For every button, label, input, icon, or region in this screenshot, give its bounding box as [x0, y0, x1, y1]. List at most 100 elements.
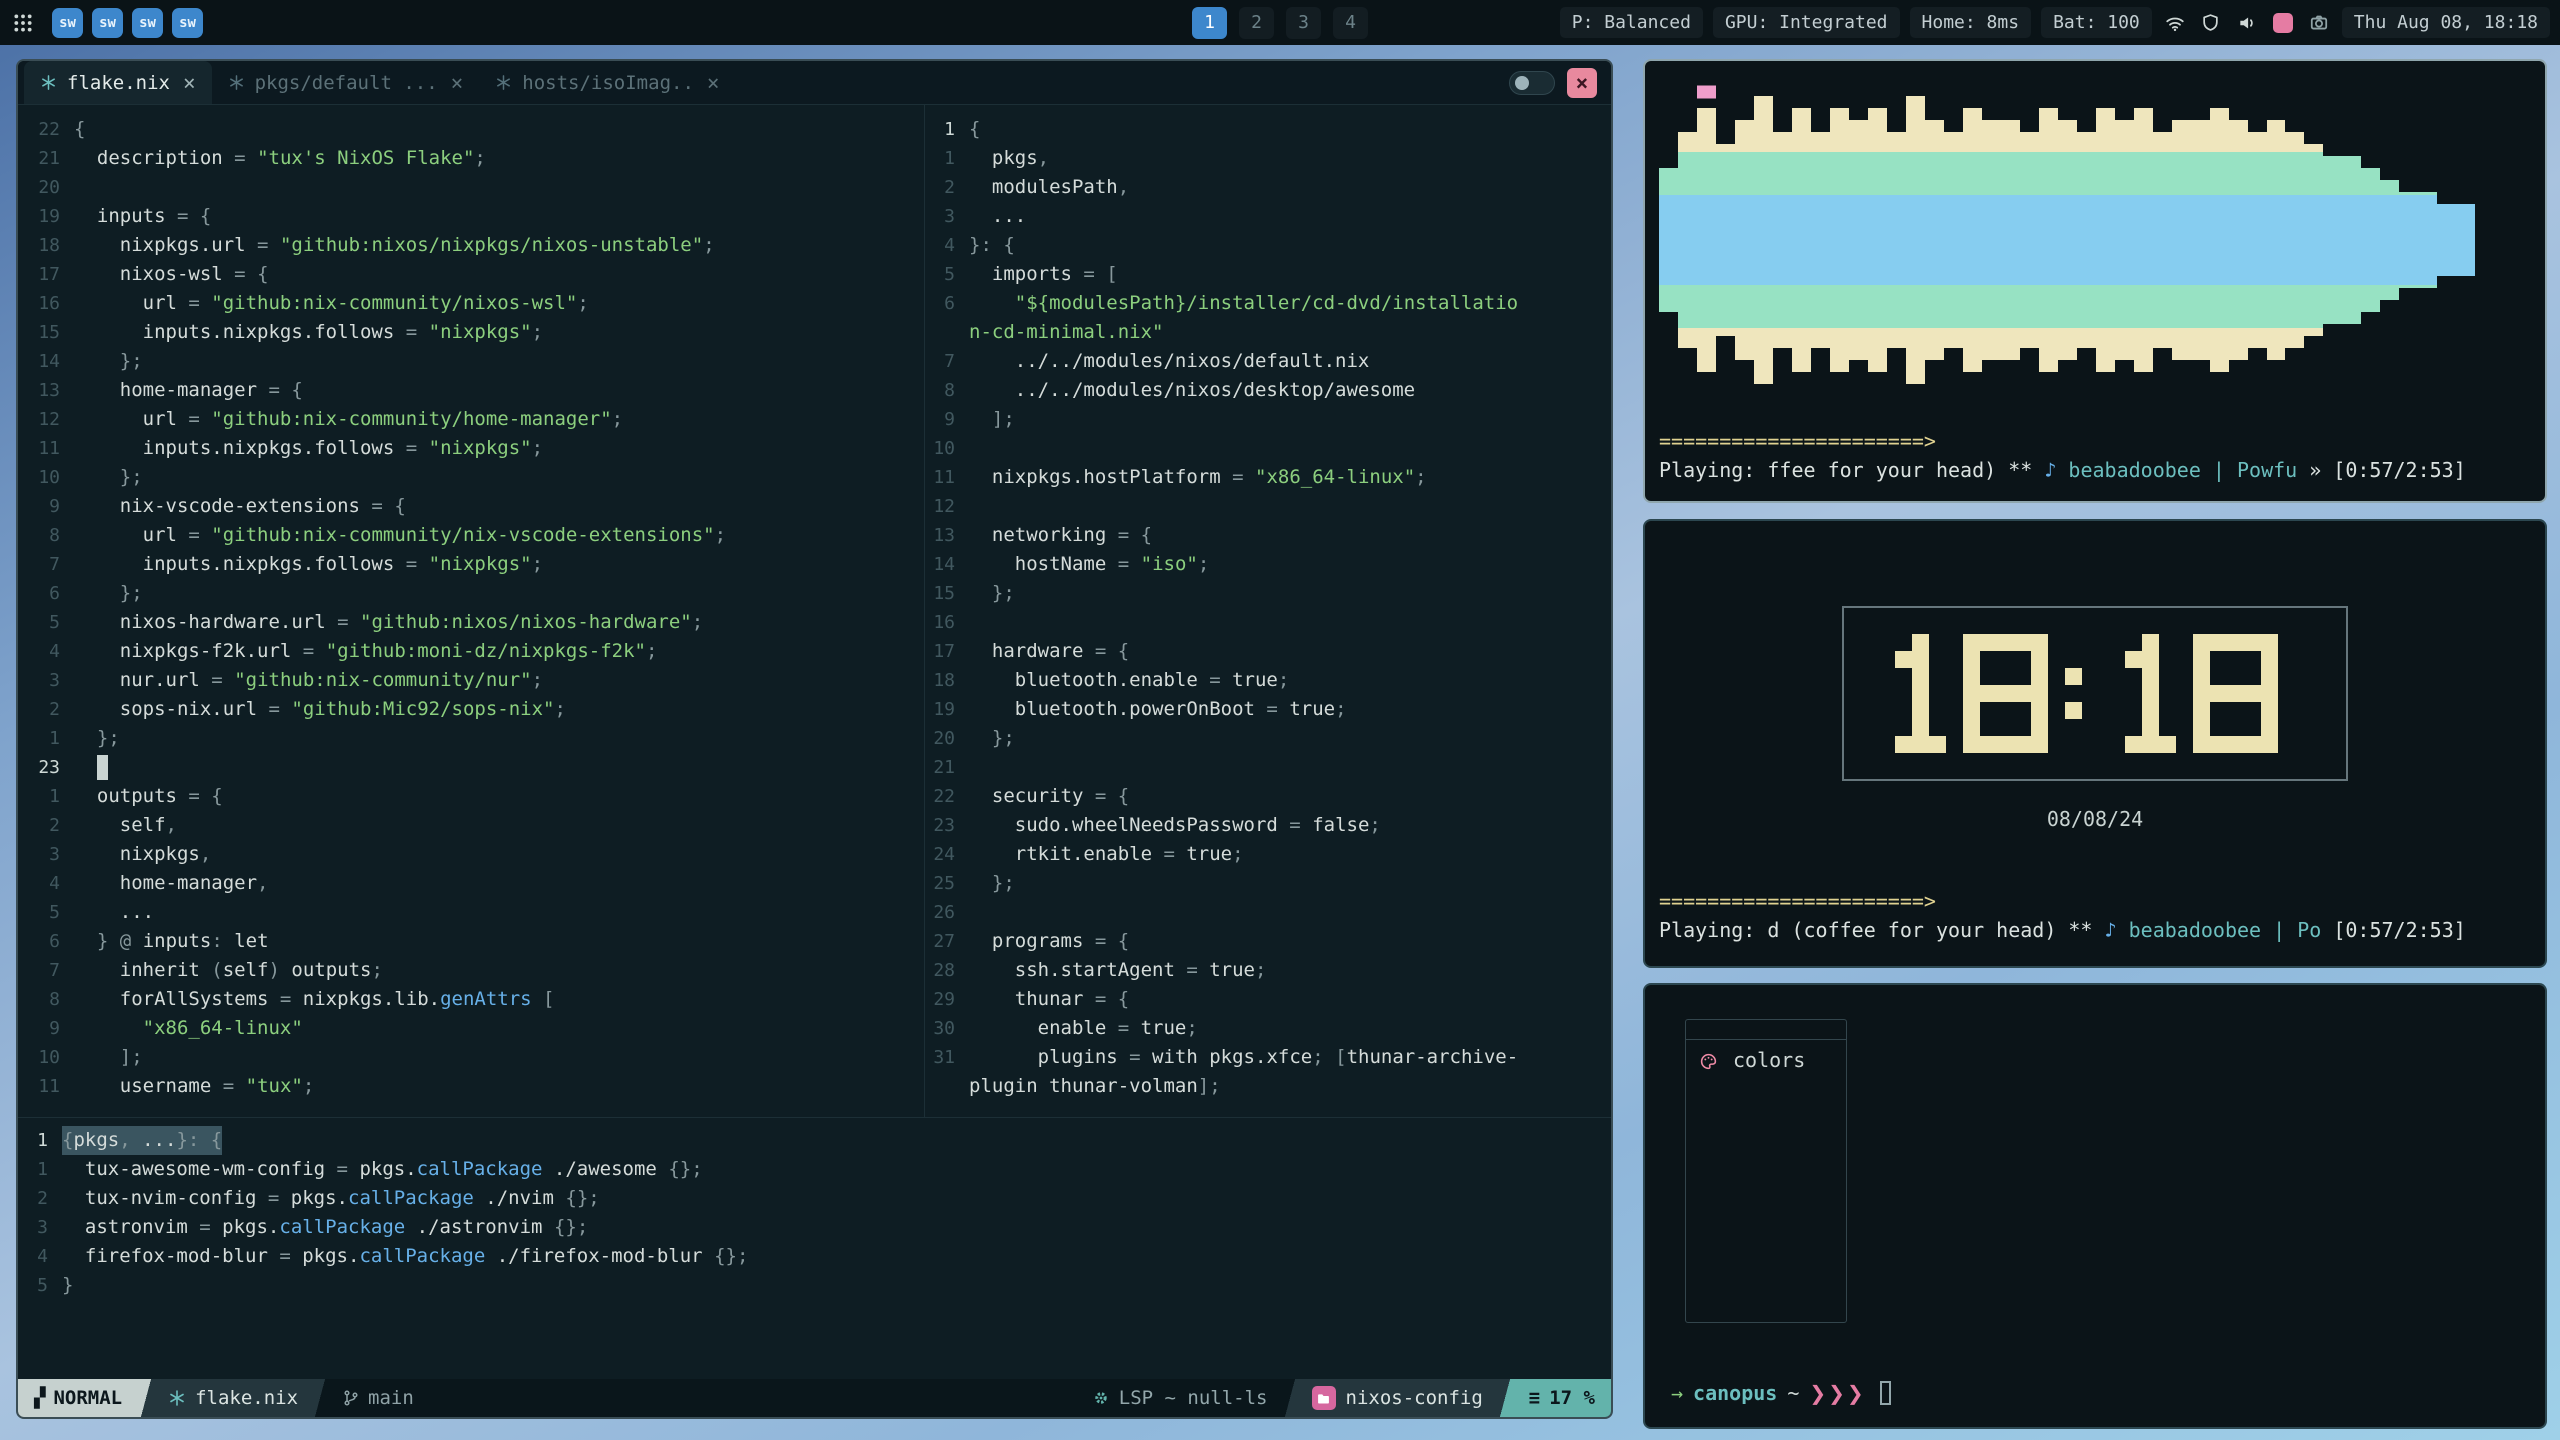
tab-flake-nix[interactable]: flake.nix× — [24, 61, 212, 104]
code-text: { — [74, 115, 85, 144]
tab-hosts-isoimag-[interactable]: hosts/isoImag..× — [479, 61, 735, 104]
code-text: nixpkgs.url = "github:nixos/nixpkgs/nixo… — [74, 231, 715, 260]
line-number: 21 — [925, 753, 969, 782]
line-number: 20 — [925, 724, 969, 753]
code-line: 13 home-manager = { — [18, 376, 924, 405]
workspace-2[interactable]: 2 — [1239, 7, 1274, 39]
camera-icon[interactable] — [2306, 10, 2332, 36]
fetch-terminal[interactable]: colors → canopus ~ ❯❯❯ — [1643, 983, 2547, 1429]
code-text: ../../modules/nixos/desktop/awesome — [969, 376, 1415, 405]
line-number: 18 — [925, 666, 969, 695]
wave-column — [1716, 101, 1735, 379]
shield-icon[interactable] — [2198, 10, 2224, 36]
line-number: 31 — [925, 1043, 969, 1072]
line-number: 4 — [18, 637, 74, 666]
code-line: 1{pkgs, ...}: { — [18, 1126, 1611, 1155]
wave-column — [1906, 101, 1925, 379]
line-number: 16 — [18, 289, 74, 318]
git-branch-icon — [342, 1389, 360, 1407]
tab-bar: flake.nix×pkgs/default ...×hosts/isoImag… — [18, 61, 1611, 105]
code-text: sops-nix.url = "github:Mic92/sops-nix"; — [74, 695, 566, 724]
line-number: 8 — [18, 985, 74, 1014]
code-line: 3 astronvim = pkgs.callPackage ./astronv… — [18, 1213, 1611, 1242]
code-line: 5 ... — [18, 898, 924, 927]
code-text: "x86_64-linux" — [74, 1014, 303, 1043]
wave-column — [2361, 101, 2380, 379]
line-number: 28 — [925, 956, 969, 985]
fetch-row: colors — [1685, 1048, 1847, 1077]
code-text: username = "tux"; — [74, 1072, 314, 1101]
tag-sw[interactable]: sw — [52, 8, 83, 38]
line-number: 26 — [925, 898, 969, 927]
tab-close-icon[interactable]: × — [183, 71, 196, 95]
wave-column — [2229, 101, 2248, 379]
code-text: bluetooth.powerOnBoot = true; — [969, 695, 1347, 724]
tag-sw[interactable]: sw — [132, 8, 163, 38]
tag-sw[interactable]: sw — [92, 8, 123, 38]
workspace-4[interactable]: 4 — [1333, 7, 1368, 39]
pane-iso-image[interactable]: 1{1 pkgs,2 modulesPath,3 ...4}: {5 impor… — [925, 105, 1611, 1117]
volume-icon[interactable] — [2234, 10, 2260, 36]
code-text: forAllSystems = nixpkgs.lib.genAttrs [ — [74, 985, 555, 1014]
toggle-button[interactable] — [1509, 71, 1555, 95]
statusline-separator — [1497, 1379, 1513, 1417]
close-window-button[interactable]: × — [1567, 68, 1597, 98]
tag-list: swswswsw — [52, 8, 203, 38]
code-line: 4}: { — [925, 231, 1611, 260]
tab-label: pkgs/default ... — [255, 72, 438, 94]
code-line: 15 inputs.nixpkgs.follows = "nixpkgs"; — [18, 318, 924, 347]
status-segment: GPU: Integrated — [1713, 7, 1900, 38]
pane-pkgs-default[interactable]: 1{pkgs, ...}: {1 tux-awesome-wm-config =… — [18, 1118, 1611, 1379]
statusline-separator — [138, 1379, 154, 1417]
code-text: description = "tux's NixOS Flake"; — [74, 144, 486, 173]
tab-pkgs-default-[interactable]: pkgs/default ... × — [212, 61, 480, 104]
visualizer-terminal[interactable]: ======================> Playing: ffee fo… — [1643, 59, 2547, 503]
code-line: 7 inherit (self) outputs; — [18, 956, 924, 985]
wave-column — [2304, 101, 2323, 379]
line-number: 3 — [18, 1213, 62, 1242]
code-text: "${modulesPath}/installer/cd-dvd/install… — [969, 289, 1518, 318]
line-number: 11 — [925, 463, 969, 492]
code-text: { — [969, 115, 980, 144]
shell-prompt[interactable]: → canopus ~ ❯❯❯ — [1661, 1381, 1891, 1405]
wave-column — [1735, 101, 1754, 379]
code-text: home-manager, — [74, 869, 268, 898]
track-progress-bar: ======================> — [1659, 889, 1936, 913]
line-number: 2 — [18, 811, 74, 840]
clock-terminal[interactable]: 08/08/24 ======================> Playing… — [1643, 519, 2547, 968]
workspace-3[interactable]: 3 — [1286, 7, 1321, 39]
nix-snowflake-icon — [168, 1389, 186, 1407]
workspace-1[interactable]: 1 — [1192, 7, 1227, 39]
wave-column — [1811, 101, 1830, 379]
code-line: 23 — [18, 753, 924, 782]
tab-close-icon[interactable]: × — [451, 71, 464, 95]
line-number: 13 — [18, 376, 74, 405]
prompt-path: ~ — [1787, 1381, 1799, 1405]
code-line: 10 — [925, 434, 1611, 463]
wifi-icon[interactable] — [2162, 10, 2188, 36]
git-branch: main — [328, 1387, 428, 1409]
tab-close-icon[interactable]: × — [707, 71, 720, 95]
code-line: 17 nixos-wsl = { — [18, 260, 924, 289]
launcher-grid-icon[interactable] — [10, 10, 36, 36]
wave-column — [2077, 101, 2096, 379]
color-swatch-icon[interactable] — [2270, 10, 2296, 36]
wave-column — [2267, 101, 2286, 379]
wave-column — [2437, 101, 2456, 379]
line-number: 4 — [18, 869, 74, 898]
clock-frame — [1842, 606, 2348, 781]
line-number: 17 — [925, 637, 969, 666]
code-text: }; — [74, 463, 143, 492]
code-line: 2 tux-nvim-config = pkgs.callPackage ./n… — [18, 1184, 1611, 1213]
line-number: 5 — [18, 898, 74, 927]
wave-column — [2248, 101, 2267, 379]
code-text: nixpkgs.hostPlatform = "x86_64-linux"; — [969, 463, 1427, 492]
line-number: 1 — [18, 1155, 62, 1184]
code-line: 19 inputs = { — [18, 202, 924, 231]
code-text: nixpkgs, — [74, 840, 211, 869]
code-line: 14 }; — [18, 347, 924, 376]
code-line: 3 ... — [925, 202, 1611, 231]
tag-sw[interactable]: sw — [172, 8, 203, 38]
line-number: 1 — [925, 144, 969, 173]
pane-flake-nix[interactable]: 22{21 description = "tux's NixOS Flake";… — [18, 105, 924, 1117]
